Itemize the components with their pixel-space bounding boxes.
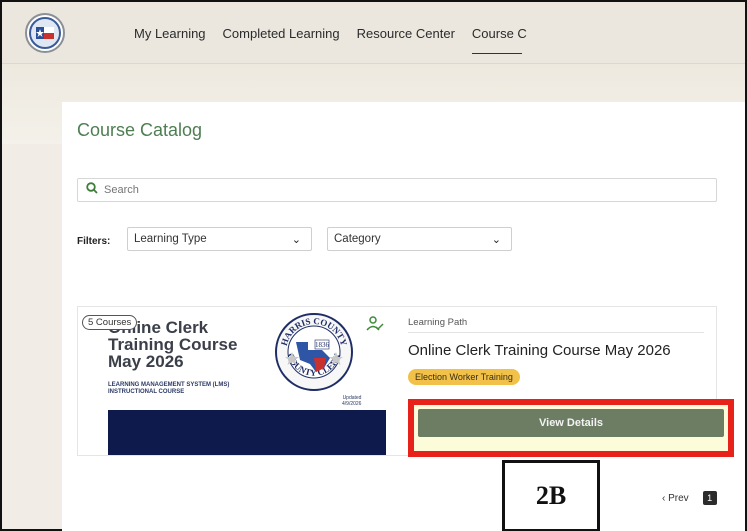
annotation-label: 2B <box>502 460 600 531</box>
view-details-button[interactable]: View Details <box>418 409 724 437</box>
prev-page-button[interactable]: ‹ Prev <box>662 493 689 504</box>
nav-course-catalog[interactable]: Course C <box>471 26 527 54</box>
category-select[interactable]: Category ⌄ <box>327 227 512 251</box>
course-thumbnail[interactable]: 5 Courses Online Clerk Training Course M… <box>78 307 386 455</box>
course-card: 5 Courses Online Clerk Training Course M… <box>77 306 734 457</box>
chevron-down-icon: ⌄ <box>491 234 501 246</box>
seal-year: 1836 <box>315 341 330 349</box>
thumbnail-footer-band <box>108 410 386 455</box>
nav-my-learning[interactable]: My Learning <box>134 26 206 41</box>
search-icon <box>86 181 98 199</box>
learning-path-icon <box>366 316 384 331</box>
thumbnail-subtitle-line: LEARNING MANAGEMENT SYSTEM (LMS) <box>108 382 230 388</box>
thumbnail-title-line: May 2026 <box>108 352 184 371</box>
county-logo-icon[interactable] <box>25 13 65 53</box>
course-info: Learning Path Online Clerk Training Cour… <box>408 317 708 385</box>
top-navigation: My Learning Completed Learning Resource … <box>2 2 745 64</box>
thumbnail-subtitle-line: INSTRUCTIONAL COURSE <box>108 389 185 395</box>
learning-type-value: Learning Type <box>134 233 207 245</box>
county-clerk-seal-icon: HARRIS COUNTY COUNTY CLERK 1836 <box>275 313 353 391</box>
thumbnail-title-line: Training Course <box>108 335 238 354</box>
nav-resource-center[interactable]: Resource Center <box>357 26 455 41</box>
filters-label: Filters: <box>77 236 111 247</box>
category-value: Category <box>334 233 381 245</box>
chevron-down-icon: ⌄ <box>291 234 301 246</box>
prev-label: Prev <box>668 492 689 504</box>
learning-type-select[interactable]: Learning Type ⌄ <box>127 227 312 251</box>
updated-note: Updated 4/9/2026 <box>342 395 361 407</box>
view-details-highlight: View Details <box>408 399 734 457</box>
thumbnail-subtitle: LEARNING MANAGEMENT SYSTEM (LMS) INSTRUC… <box>108 382 229 396</box>
catalog-card: Course Catalog Filters: Learning Type ⌄ … <box>62 102 745 531</box>
page-title: Course Catalog <box>77 120 203 140</box>
chevron-left-icon: ‹ <box>662 492 666 504</box>
updated-date: 4/9/2026 <box>342 401 362 407</box>
divider <box>408 332 704 333</box>
search-field[interactable] <box>77 178 717 202</box>
pagination: ‹ Prev 1 <box>662 491 717 505</box>
category-tag: Election Worker Training <box>408 369 520 385</box>
course-type-label: Learning Path <box>408 317 468 328</box>
course-count-badge: 5 Courses <box>82 315 138 330</box>
course-title[interactable]: Online Clerk Training Course May 2026 <box>408 342 708 359</box>
nav-completed-learning[interactable]: Completed Learning <box>223 26 340 41</box>
page-1-button[interactable]: 1 <box>702 491 717 505</box>
search-input[interactable] <box>104 184 664 196</box>
main-nav: My Learning Completed Learning Resource … <box>134 26 544 54</box>
